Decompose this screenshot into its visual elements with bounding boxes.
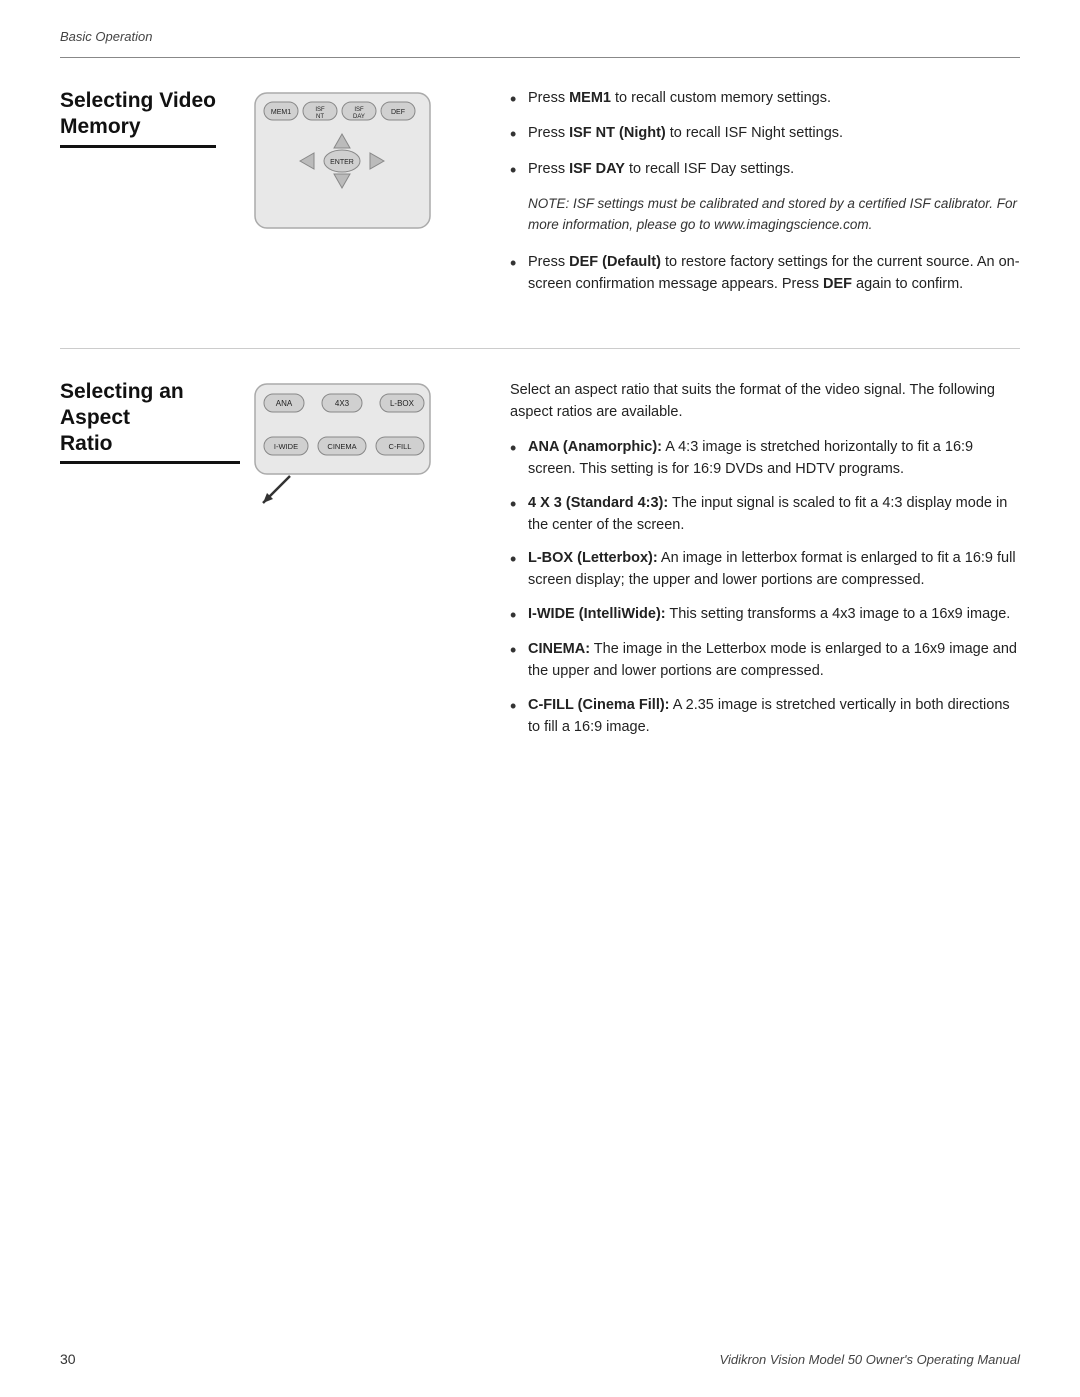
- section2-title-block: Selecting an Aspect Ratio: [60, 379, 240, 465]
- svg-text:I-WIDE: I-WIDE: [274, 442, 298, 451]
- bullet-lbox: • L-BOX (Letterbox): An image in letterb…: [510, 548, 1020, 592]
- remote2-wrapper: ANA 4X3 L-BOX I-WIDE CINEMA: [250, 379, 435, 515]
- section-divider: [60, 348, 1020, 349]
- section2-intro: Select an aspect ratio that suits the fo…: [510, 379, 1020, 424]
- section1-bullet-list-def: • Press DEF (Default) to restore factory…: [510, 252, 1020, 296]
- bullet-isfday: • Press ISF DAY to recall ISF Day settin…: [510, 159, 1020, 182]
- svg-text:DEF: DEF: [391, 109, 405, 116]
- section-aspect-ratio: Selecting an Aspect Ratio ANA 4X3: [60, 379, 1020, 751]
- section2-left: Selecting an Aspect Ratio ANA 4X3: [60, 379, 480, 515]
- section1-bullet-list: • Press MEM1 to recall custom memory set…: [510, 88, 1020, 182]
- bullet-iwide: • I-WIDE (IntelliWide): This setting tra…: [510, 604, 1020, 627]
- svg-text:DAY: DAY: [353, 114, 365, 120]
- svg-text:CINEMA: CINEMA: [327, 442, 356, 451]
- svg-text:ISF: ISF: [315, 107, 325, 113]
- footer-page-number: 30: [60, 1351, 76, 1367]
- breadcrumb-area: Basic Operation: [0, 0, 1080, 45]
- section1-title: Selecting Video Memory: [60, 88, 216, 148]
- bullet-isfnt: • Press ISF NT (Night) to recall ISF Nig…: [510, 123, 1020, 146]
- arrow-svg: [255, 471, 295, 511]
- section2-right: Select an aspect ratio that suits the fo…: [480, 379, 1020, 751]
- svg-text:ISF: ISF: [354, 107, 364, 113]
- bullet-mem1: • Press MEM1 to recall custom memory set…: [510, 88, 1020, 111]
- section1-left: Selecting Video Memory MEM1: [60, 88, 480, 233]
- remote-image-1: MEM1 ISF NT ISF DAY DEF: [250, 88, 435, 233]
- svg-text:NT: NT: [316, 114, 324, 120]
- bullet-cinema: • CINEMA: The image in the Letterbox mod…: [510, 639, 1020, 683]
- page-container: Basic Operation Selecting Video Memory: [0, 0, 1080, 1397]
- section2-title: Selecting an Aspect Ratio: [60, 379, 240, 465]
- bullet-4x3: • 4 X 3 (Standard 4:3): The input signal…: [510, 493, 1020, 537]
- svg-text:ENTER: ENTER: [330, 159, 354, 166]
- svg-text:C-FILL: C-FILL: [389, 442, 412, 451]
- main-content: Selecting Video Memory MEM1: [0, 58, 1080, 850]
- bullet-ana: • ANA (Anamorphic): A 4:3 image is stret…: [510, 437, 1020, 481]
- breadcrumb: Basic Operation: [60, 29, 153, 44]
- svg-text:L-BOX: L-BOX: [390, 399, 415, 408]
- note-block: NOTE: ISF settings must be calibrated an…: [528, 194, 1020, 236]
- footer-doc-title: Vidikron Vision Model 50 Owner's Operati…: [720, 1352, 1020, 1367]
- svg-text:4X3: 4X3: [335, 399, 350, 408]
- svg-text:MEM1: MEM1: [271, 109, 291, 116]
- section1-right: • Press MEM1 to recall custom memory set…: [480, 88, 1020, 308]
- remote-svg-2: ANA 4X3 L-BOX I-WIDE CINEMA: [250, 379, 435, 479]
- footer: 30 Vidikron Vision Model 50 Owner's Oper…: [0, 1351, 1080, 1367]
- bullet-cfill: • C-FILL (Cinema Fill): A 2.35 image is …: [510, 695, 1020, 739]
- section-video-memory: Selecting Video Memory MEM1: [60, 88, 1020, 308]
- section2-bullet-list: • ANA (Anamorphic): A 4:3 image is stret…: [510, 437, 1020, 738]
- bullet-def: • Press DEF (Default) to restore factory…: [510, 252, 1020, 296]
- pointer-arrow: [255, 471, 295, 515]
- section1-title-block: Selecting Video Memory: [60, 88, 240, 148]
- remote-svg-1: MEM1 ISF NT ISF DAY DEF: [250, 88, 435, 233]
- svg-text:ANA: ANA: [276, 399, 293, 408]
